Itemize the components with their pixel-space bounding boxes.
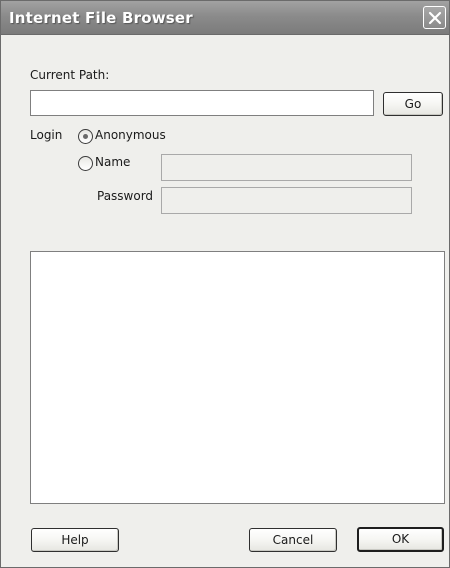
current-path-field[interactable] [30, 90, 374, 116]
ok-button[interactable]: OK [357, 527, 444, 552]
current-path-input[interactable] [31, 91, 373, 115]
radio-selected-dot [83, 134, 88, 139]
current-path-label: Current Path: [30, 68, 110, 82]
login-label: Login [30, 128, 63, 142]
anonymous-radio[interactable] [78, 129, 93, 144]
name-input[interactable] [162, 155, 411, 180]
close-icon [428, 11, 442, 25]
close-button[interactable] [423, 6, 446, 29]
name-radio[interactable] [78, 156, 93, 171]
go-button[interactable]: Go [383, 92, 443, 116]
password-field[interactable] [161, 187, 412, 214]
file-list[interactable] [30, 251, 445, 504]
cancel-button[interactable]: Cancel [249, 528, 337, 552]
dialog-window: Internet File Browser Current Path: Go L… [0, 0, 450, 568]
title-bar[interactable]: Internet File Browser [1, 1, 449, 35]
password-label: Password [97, 189, 154, 203]
help-button[interactable]: Help [31, 528, 119, 552]
name-radio-label[interactable]: Name [95, 155, 130, 169]
name-field[interactable] [161, 154, 412, 181]
anonymous-radio-label[interactable]: Anonymous [95, 128, 166, 142]
password-input[interactable] [162, 188, 411, 213]
window-title: Internet File Browser [9, 9, 193, 27]
